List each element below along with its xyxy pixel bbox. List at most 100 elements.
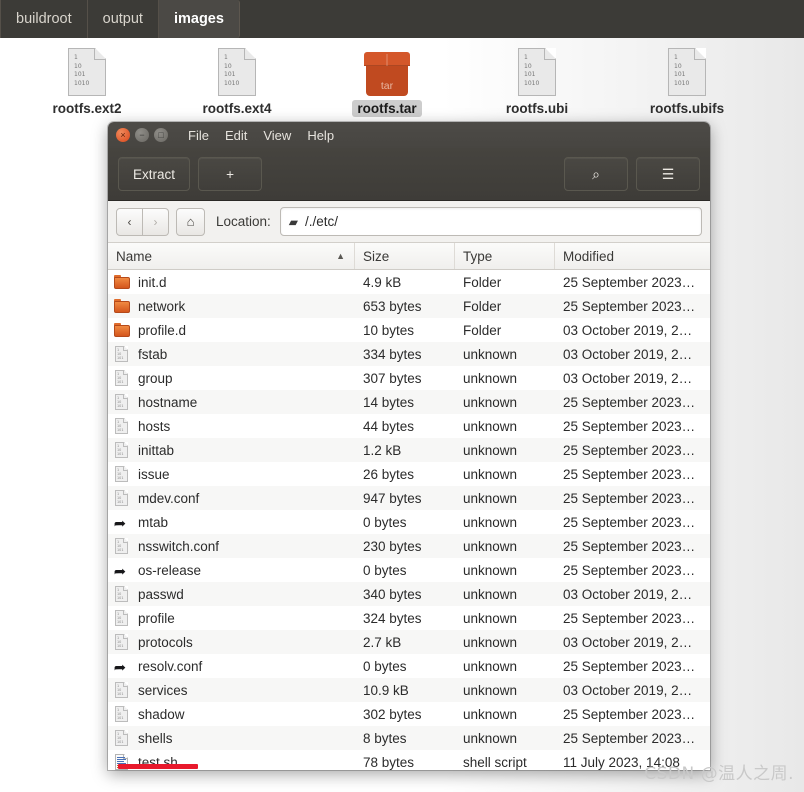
breadcrumb-item-buildroot[interactable]: buildroot — [0, 0, 88, 38]
icon-glyph: 1 10 101 1010 — [218, 44, 256, 96]
binary-file-icon: 1 10 101 — [114, 417, 131, 435]
table-row[interactable]: 1 10 101 nsswitch.conf 230 bytes unknown 25 Se… — [108, 534, 710, 558]
cell-name: 1 10 101 hostname — [108, 393, 355, 411]
desktop-icon-grid: 1 10 101 1010 rootfs.ext2 1 10 101 1010 rootfs.ex… — [0, 38, 804, 124]
cell-size: 14 bytes — [363, 394, 415, 410]
folder-icon — [114, 274, 131, 291]
add-files-button[interactable]: + — [198, 157, 263, 191]
cell-size: 44 bytes — [363, 418, 415, 434]
table-row[interactable]: profile.d 10 bytes Folder 03 October 2019, … — [108, 318, 710, 342]
table-row[interactable]: 1 10 101 group 307 bytes unknown 03 October 20… — [108, 366, 710, 390]
extract-button[interactable]: Extract — [118, 157, 191, 191]
desktop-icon[interactable]: 1 10 101 1010 rootfs.ubi — [462, 38, 612, 124]
desktop-icon[interactable]: 1 10 101 1010 rootfs.ubifs — [612, 38, 762, 124]
cell-modified: 25 September 2023… — [563, 658, 696, 674]
search-button[interactable]: ⌕ — [564, 157, 628, 191]
cell-modified: 25 September 2023… — [563, 418, 696, 434]
cell-modified: 25 September 2023… — [563, 466, 696, 482]
maximize-icon[interactable]: □ — [154, 128, 168, 142]
table-row[interactable]: ➦ os-release 0 bytes unknown 25 September 20… — [108, 558, 710, 582]
table-row[interactable]: init.d 4.9 kB Folder 25 September 2023… — [108, 270, 710, 294]
window-control-buttons: × − □ — [116, 128, 168, 142]
column-header-label: Size — [363, 248, 390, 264]
column-header-type[interactable]: Type — [455, 243, 555, 269]
archive-manager-window: × − □ File Edit View Help Extract + ⌕ ☰ ‹ ›… — [108, 122, 710, 770]
table-row[interactable]: 1 10 101 protocols 2.7 kB unknown 03 October 2… — [108, 630, 710, 654]
location-bar: ‹ › ⌂ Location: ▰ /./etc/ — [108, 201, 710, 243]
back-button[interactable]: ‹ — [116, 207, 143, 236]
file-list[interactable]: init.d 4.9 kB Folder 25 September 2023… netw… — [108, 270, 710, 770]
cell-modified: 25 September 2023… — [563, 562, 696, 578]
breadcrumb-item-images[interactable]: images — [158, 0, 240, 38]
cell-modified: 25 September 2023… — [563, 730, 696, 746]
cell-modified: 03 October 2019, 2… — [563, 682, 693, 698]
cell-modified: 03 October 2019, 2… — [563, 346, 693, 362]
table-row[interactable]: ➦ resolv.conf 0 bytes unknown 25 September 2… — [108, 654, 710, 678]
symlink-icon: ➦ — [113, 658, 127, 675]
cell-modified: 03 October 2019, 2… — [563, 634, 693, 650]
cell-type: unknown — [463, 514, 518, 530]
file-name-label: shadow — [138, 706, 185, 722]
table-row[interactable]: 1 10 101 issue 26 bytes unknown 25 September 2… — [108, 462, 710, 486]
icon-glyph: 1 10 101 1010 — [68, 44, 106, 96]
column-header-name[interactable]: Name ▲ — [108, 243, 355, 269]
table-row[interactable]: 1 10 101 profile 324 bytes unknown 25 Septembe… — [108, 606, 710, 630]
breadcrumb-item-output[interactable]: output — [88, 0, 159, 38]
cell-size: 0 bytes — [363, 562, 407, 578]
cell-name: profile.d — [108, 322, 355, 339]
close-icon[interactable]: × — [116, 128, 130, 142]
table-row[interactable]: 1 10 101 fstab 334 bytes unknown 03 October 20… — [108, 342, 710, 366]
table-row[interactable]: 1 10 101 shells 8 bytes unknown 25 September 2… — [108, 726, 710, 750]
cell-size: 2.7 kB — [363, 634, 402, 650]
cell-modified: 25 September 2023… — [563, 538, 696, 554]
column-header-size[interactable]: Size — [355, 243, 455, 269]
cell-size: 302 bytes — [363, 706, 422, 722]
cell-name: 1 10 101 shells — [108, 729, 355, 747]
icon-glyph: 1 10 101 1010 — [668, 44, 706, 96]
column-header-modified[interactable]: Modified — [555, 243, 710, 269]
desktop-icon[interactable]: tar rootfs.tar — [312, 38, 462, 124]
table-row[interactable]: test.sh 78 bytes shell script 11 July 2023,… — [108, 750, 710, 770]
desktop-icon[interactable]: 1 10 101 1010 rootfs.ext2 — [12, 38, 162, 124]
cell-size: 324 bytes — [363, 610, 422, 626]
table-row[interactable]: network 653 bytes Folder 25 September 2023… — [108, 294, 710, 318]
menu-item-help[interactable]: Help — [307, 128, 334, 143]
hamburger-menu-button[interactable]: ☰ — [636, 157, 700, 191]
menu-item-edit[interactable]: Edit — [225, 128, 247, 143]
table-row[interactable]: 1 10 101 hosts 44 bytes unknown 25 September 2… — [108, 414, 710, 438]
cell-name: 1 10 101 group — [108, 369, 355, 387]
file-name-label: init.d — [138, 274, 167, 290]
cell-name: init.d — [108, 274, 355, 291]
binary-file-icon: 1 10 101 — [114, 681, 131, 699]
minimize-icon[interactable]: − — [135, 128, 149, 142]
desktop-icon-label: rootfs.ubi — [505, 101, 569, 116]
menu-item-view[interactable]: View — [263, 128, 291, 143]
forward-button[interactable]: › — [143, 207, 169, 236]
location-input[interactable]: ▰ /./etc/ — [279, 207, 702, 236]
desktop-icon[interactable]: 1 10 101 1010 rootfs.ext4 — [162, 38, 312, 124]
folder-icon — [114, 322, 131, 339]
cell-size: 78 bytes — [363, 754, 415, 770]
table-row[interactable]: 1 10 101 mdev.conf 947 bytes unknown 25 Septem… — [108, 486, 710, 510]
table-row[interactable]: 1 10 101 services 10.9 kB unknown 03 October 2… — [108, 678, 710, 702]
table-row[interactable]: 1 10 101 passwd 340 bytes unknown 03 October 2… — [108, 582, 710, 606]
file-name-label: fstab — [138, 346, 168, 362]
table-row[interactable]: ➦ mtab 0 bytes unknown 25 September 2023… — [108, 510, 710, 534]
cell-size: 26 bytes — [363, 466, 415, 482]
file-name-label: hosts — [138, 418, 171, 434]
binary-digits: 1 10 101 1010 — [224, 54, 240, 87]
cell-size: 334 bytes — [363, 346, 422, 362]
file-name-label: os-release — [138, 562, 202, 578]
menu-item-file[interactable]: File — [188, 128, 209, 143]
cell-name: 1 10 101 inittab — [108, 441, 355, 459]
table-row[interactable]: 1 10 101 inittab 1.2 kB unknown 25 September 2… — [108, 438, 710, 462]
binary-file-icon: 1 10 101 — [114, 705, 131, 723]
table-row[interactable]: 1 10 101 shadow 302 bytes unknown 25 September… — [108, 702, 710, 726]
file-name-label: mdev.conf — [138, 490, 200, 506]
cell-name: 1 10 101 issue — [108, 465, 355, 483]
home-button[interactable]: ⌂ — [176, 207, 205, 236]
table-row[interactable]: 1 10 101 hostname 14 bytes unknown 25 Septembe… — [108, 390, 710, 414]
cell-type: unknown — [463, 346, 518, 362]
sort-ascending-icon: ▲ — [336, 251, 345, 261]
cell-type: Folder — [463, 274, 502, 290]
